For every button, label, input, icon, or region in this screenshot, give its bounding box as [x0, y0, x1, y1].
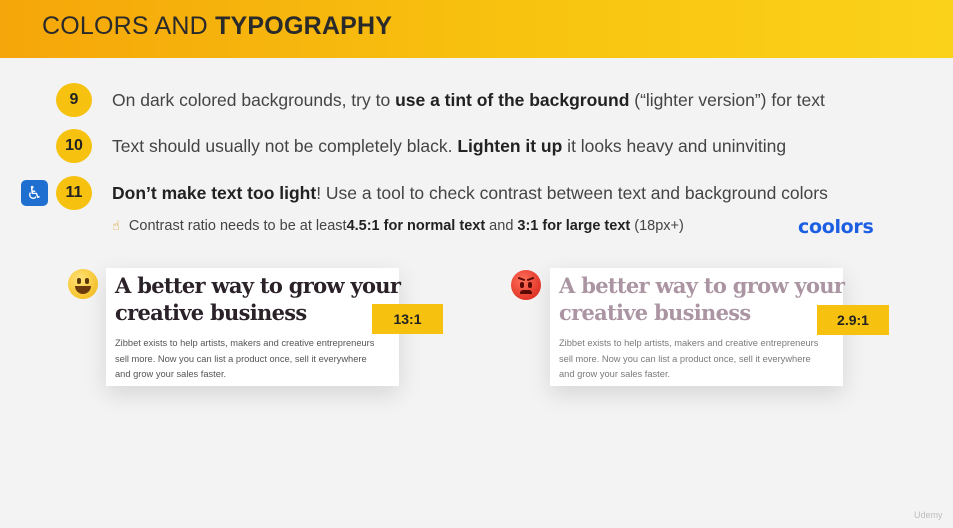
title-bold: TYPOGRAPHY: [215, 12, 393, 40]
udemy-watermark: Udemy: [914, 510, 943, 520]
contrast-ratio-badge: 13:1: [372, 304, 443, 334]
poor-contrast-example: A better way to grow your creative busin…: [550, 268, 845, 386]
smiley-icon: [68, 269, 98, 299]
example-body: Zibbet exists to help artists, makers an…: [115, 338, 375, 379]
example-body: Zibbet exists to help artists, makers an…: [559, 338, 819, 379]
rule-number-badge: 9: [56, 83, 92, 117]
slide-title: COLORS AND TYPOGRAPHY: [42, 12, 392, 41]
coolors-logo: coolors: [798, 216, 874, 238]
rule-10: 10 Text should usually not be completely…: [56, 129, 786, 163]
rule-9: 9 On dark colored backgrounds, try to us…: [56, 83, 825, 117]
contrast-note: ☝ Contrast ratio needs to be at least 4.…: [112, 218, 684, 234]
angry-face-icon: [511, 270, 541, 300]
title-regular: COLORS AND: [42, 12, 216, 40]
rule-number-badge: 11: [56, 176, 92, 210]
pointing-hand-icon: ☝: [112, 218, 120, 233]
rule-number-badge: 10: [56, 129, 92, 163]
example-headline: A better way to grow your creative busin…: [559, 273, 845, 325]
rule-11: 11 Don’t make text too light! Use a tool…: [56, 176, 828, 210]
rule-text: Text should usually not be completely bl…: [112, 135, 787, 156]
wheelchair-icon: ♿: [21, 180, 48, 206]
slide-header: COLORS AND TYPOGRAPHY: [0, 0, 953, 58]
contrast-ratio-badge: 2.9:1: [817, 305, 889, 335]
example-headline: A better way to grow your creative busin…: [115, 273, 401, 325]
good-contrast-example: A better way to grow your creative busin…: [106, 268, 401, 386]
rule-text: On dark colored backgrounds, try to use …: [112, 89, 825, 110]
rule-text: Don’t make text too light! Use a tool to…: [112, 182, 828, 203]
